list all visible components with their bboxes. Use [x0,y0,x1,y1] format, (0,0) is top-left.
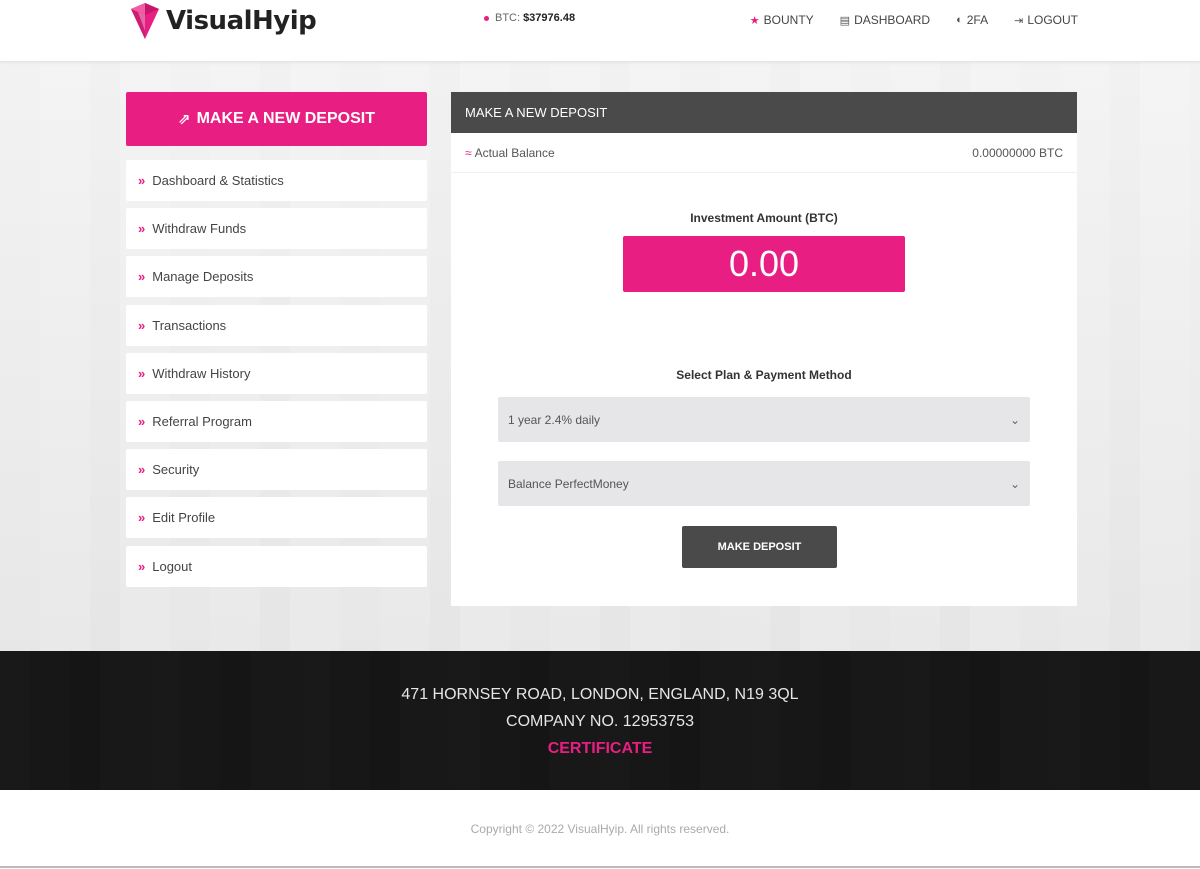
double-chevron-right-icon: » [138,558,146,574]
nav-2fa[interactable]: ◐ 2FA [956,13,988,27]
certificate-link[interactable]: CERTIFICATE [0,740,1200,758]
diamond-logo-icon [131,3,159,39]
logo[interactable]: VisualHyip [128,0,317,42]
double-chevron-right-icon: » [138,413,146,429]
balance-row: ≈ Actual Balance 0.00000000 BTC [451,133,1077,173]
sidebar-item-label: Logout [152,558,192,574]
sidebar-item-referral-program[interactable]: » Referral Program [126,400,427,442]
sidebar-item-label: Edit Profile [152,510,216,526]
balance-label: Actual Balance [474,145,555,160]
company-address: 471 HORNSEY ROAD, LONDON, ENGLAND, N19 3… [401,686,799,703]
sidebar-item-label: Referral Program [152,413,252,429]
double-chevron-right-icon: » [138,510,146,526]
nav-bounty[interactable]: ★ BOUNTY [750,13,814,27]
payment-select-value: Balance PerfectMoney [508,476,629,491]
chevron-down-icon: ⌄ [1009,412,1020,427]
balance-value: 0.00000000 BTC [972,145,1063,160]
investment-amount-label: Investment Amount (BTC) [690,211,838,225]
btc-label: BTC: [495,12,521,24]
main-area: ⇗ MAKE A NEW DEPOSIT » Dashboard & Stati… [0,62,1200,651]
bottom-divider [0,866,1200,868]
copyright-text: Copyright © 2022 VisualHyip. All rights … [470,822,730,836]
make-new-deposit-label: MAKE A NEW DEPOSIT [196,110,375,127]
top-nav: ★ BOUNTY ▤ DASHBOARD ◐ 2FA ⇥ LOGOUT [750,13,1078,27]
sidebar-item-label: Transactions [152,317,227,333]
btc-ticker: BTC: $37976.48 [484,12,575,24]
sidebar-item-label: Dashboard & Statistics [152,173,284,188]
sidebar-item-transactions[interactable]: » Transactions [126,304,427,346]
top-header: VisualHyip BTC: $37976.48 ★ BOUNTY ▤ DAS… [0,0,1200,62]
nav-2fa-label: 2FA [966,13,989,27]
panel-title: MAKE A NEW DEPOSIT [451,92,1077,133]
plan-select[interactable]: 1 year 2.4% daily ⌄ [498,397,1030,442]
sidebar-item-manage-deposits[interactable]: » Manage Deposits [126,256,427,298]
double-chevron-right-icon: » [138,221,146,237]
double-chevron-right-icon: » [138,269,146,285]
btc-price: $37976.48 [523,12,576,24]
sidebar-item-withdraw-history[interactable]: » Withdraw History [126,352,427,394]
logout-icon: ⇥ [1014,14,1024,27]
payment-method-select[interactable]: Balance PerfectMoney ⌄ [498,461,1030,506]
sidebar-item-label: Manage Deposits [152,269,254,285]
sidebar-item-dashboard[interactable]: » Dashboard & Statistics [126,160,427,201]
shield-icon: ◐ [956,14,963,26]
nav-dashboard[interactable]: ▤ DASHBOARD [840,13,930,27]
nav-logout-label: LOGOUT [1027,13,1078,27]
investment-amount-input[interactable]: 0.00 [623,236,905,292]
sidebar-item-edit-profile[interactable]: » Edit Profile [126,497,427,539]
double-chevron-right-icon: » [138,317,146,333]
deposit-panel: MAKE A NEW DEPOSIT ≈ Actual Balance 0.00… [451,92,1077,606]
double-chevron-right-icon: » [138,365,146,381]
sidebar-item-logout[interactable]: » Logout [126,545,427,587]
plan-method-label: Select Plan & Payment Method [676,368,852,382]
nav-dashboard-label: DASHBOARD [854,13,931,27]
nav-logout[interactable]: ⇥ LOGOUT [1014,13,1078,27]
chevron-down-icon: ⌄ [1009,476,1020,491]
company-number: COMPANY NO. 12953753 [506,713,694,730]
sidebar-item-security[interactable]: » Security [126,449,427,491]
brand-name: VisualHyip [166,6,317,36]
dashboard-icon: ▤ [839,14,851,27]
sidebar-item-label: Withdraw Funds [152,221,247,237]
footer-band: 471 HORNSEY ROAD, LONDON, ENGLAND, N19 3… [0,651,1200,790]
ticker-dot-icon [484,15,489,21]
make-deposit-button[interactable]: MAKE DEPOSIT [682,526,837,568]
star-icon: ★ [749,14,760,27]
trend-icon: ≈ [465,145,472,160]
sidebar-menu: » Dashboard & Statistics » Withdraw Fund… [126,160,427,594]
nav-bounty-label: BOUNTY [763,13,814,27]
double-chevron-right-icon: » [138,462,146,478]
make-new-deposit-button[interactable]: ⇗ MAKE A NEW DEPOSIT [126,92,427,146]
sidebar-item-label: Withdraw History [152,365,251,381]
sidebar-item-label: Security [152,462,200,478]
plan-select-value: 1 year 2.4% daily [508,412,601,427]
external-link-icon: ⇗ [178,111,191,128]
sidebar-item-withdraw-funds[interactable]: » Withdraw Funds [126,208,427,250]
double-chevron-right-icon: » [138,173,146,188]
